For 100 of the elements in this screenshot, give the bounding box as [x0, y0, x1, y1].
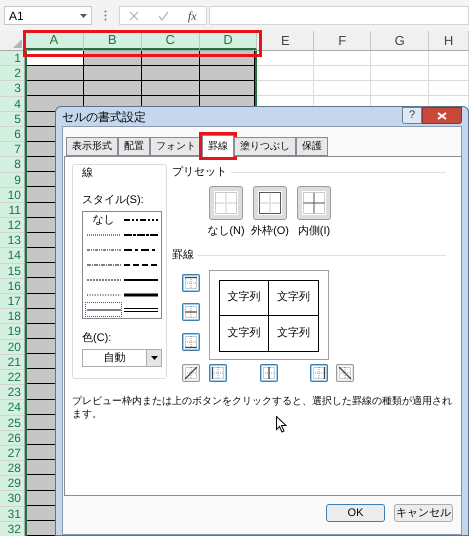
row-header[interactable]: 20 — [0, 340, 24, 355]
cursor-icon — [276, 416, 287, 433]
row-header[interactable]: 2 — [0, 66, 24, 82]
row-header[interactable]: 26 — [0, 430, 24, 446]
tab[interactable]: 表示形式 — [66, 137, 118, 156]
row-header[interactable]: 24 — [0, 400, 24, 416]
row-header[interactable]: 4 — [0, 96, 24, 112]
preview-cell-text: 文字列 — [269, 280, 318, 316]
row-header[interactable]: 13 — [0, 233, 24, 248]
color-label: 色(C): — [82, 331, 112, 346]
row-header[interactable]: 12 — [0, 218, 24, 234]
row-header[interactable]: 25 — [0, 416, 24, 431]
border-toggle-button[interactable] — [209, 364, 227, 382]
row-header[interactable]: 6 — [0, 126, 24, 142]
line-sample-icon — [124, 292, 158, 298]
line-style-option[interactable] — [85, 302, 122, 317]
grid-cell — [142, 81, 200, 96]
row-header[interactable]: 9 — [0, 172, 24, 188]
dropdown-arrow-icon — [150, 356, 158, 360]
row-header[interactable]: 32 — [0, 522, 24, 536]
row-header[interactable]: 14 — [0, 248, 24, 264]
grid-cell — [200, 66, 256, 82]
section-label: プリセット — [172, 164, 227, 180]
row-header[interactable]: 8 — [0, 157, 24, 172]
preview-cell-text: 文字列 — [276, 326, 311, 341]
tab[interactable]: 塗りつぶし — [234, 137, 296, 156]
help-button[interactable]: ? — [402, 107, 422, 124]
row-header[interactable]: 11 — [0, 202, 24, 218]
row-header[interactable]: 15 — [0, 264, 24, 279]
row-header[interactable]: 17 — [0, 294, 24, 310]
row-header[interactable]: 28 — [0, 461, 24, 476]
close-button[interactable] — [422, 107, 462, 124]
section-label: 罫線 — [172, 248, 194, 263]
dialog-button[interactable]: キャンセル — [394, 504, 453, 522]
tab[interactable]: フォント — [150, 137, 202, 156]
row-header[interactable]: 29 — [0, 476, 24, 492]
group-label: 線 — [82, 166, 94, 181]
border-toggle-button[interactable] — [182, 332, 200, 350]
check-icon[interactable] — [158, 10, 170, 20]
color-dropdown[interactable]: 自動 — [82, 348, 162, 366]
grid-cell — [257, 81, 314, 96]
grid-cell — [26, 81, 84, 96]
row-header[interactable]: 16 — [0, 278, 24, 294]
row-header[interactable]: 3 — [0, 81, 24, 97]
preset-label: なし(N) — [207, 224, 245, 238]
insert-function-button[interactable]: fx — [188, 6, 197, 24]
line-sample-icon — [124, 217, 158, 224]
row-header[interactable]: 5 — [0, 112, 24, 127]
line-style-list[interactable]: なし — [82, 211, 162, 319]
tab[interactable]: 配置 — [118, 137, 150, 156]
grid-cell — [26, 66, 84, 82]
dialog-title: セルの書式設定 — [62, 108, 146, 126]
preview-cell-text: 文字列 — [220, 316, 269, 350]
line-sample-icon — [124, 276, 158, 283]
line-sample-icon — [124, 262, 158, 268]
tab[interactable]: 罫線 — [202, 135, 234, 157]
border-preview[interactable]: 文字列 文字列 文字列 文字列 — [209, 270, 329, 360]
border-toggle-button[interactable] — [182, 364, 200, 382]
more-icon — [104, 10, 107, 21]
row-header[interactable]: 21 — [0, 354, 24, 370]
tab[interactable]: 保護 — [296, 137, 328, 156]
close-icon — [437, 112, 447, 120]
row-header[interactable]: 18 — [0, 309, 24, 324]
preset-button[interactable] — [297, 186, 331, 220]
line-sample-icon — [86, 306, 120, 313]
row-header[interactable]: 10 — [0, 188, 24, 203]
line-style-option[interactable]: なし — [85, 213, 122, 228]
border-toggle-button[interactable] — [336, 364, 354, 382]
row-header[interactable]: 30 — [0, 491, 24, 507]
preview-cell-text: 文字列 — [220, 280, 269, 316]
grid-cell — [142, 66, 200, 82]
line-sample-icon — [86, 276, 120, 283]
grid-cell — [257, 66, 314, 82]
grid-cell — [314, 81, 372, 96]
formula-input[interactable] — [209, 6, 469, 25]
border-toggle-button[interactable] — [182, 303, 200, 321]
row-header[interactable]: 19 — [0, 324, 24, 340]
name-box[interactable]: A1 — [4, 6, 92, 25]
preset-label: 内側(I) — [298, 224, 330, 238]
dropdown-arrow-icon — [80, 14, 87, 18]
line-sample-icon — [86, 262, 120, 268]
line-sample-icon — [86, 247, 120, 254]
line-sample-icon — [86, 292, 120, 298]
grid-cell — [429, 81, 469, 96]
row-header[interactable]: 1 — [0, 51, 24, 66]
row-header[interactable]: 23 — [0, 385, 24, 400]
preset-button[interactable] — [253, 186, 287, 220]
row-header[interactable]: 22 — [0, 370, 24, 386]
triangle-icon — [12, 39, 22, 48]
grid-cell — [314, 51, 372, 66]
grid-cell — [84, 66, 142, 82]
hint-text: プレビュー枠内または上のボタンをクリックすると、選択した罫線の種類が適用されます。 — [72, 394, 452, 420]
border-toggle-button[interactable] — [310, 364, 328, 382]
border-toggle-button[interactable] — [260, 364, 278, 382]
grid-cell — [371, 51, 430, 66]
row-header[interactable]: 31 — [0, 506, 24, 522]
row-header[interactable]: 27 — [0, 446, 24, 462]
dialog-button[interactable]: OK — [326, 504, 385, 522]
border-toggle-button[interactable] — [182, 274, 200, 292]
row-header[interactable]: 7 — [0, 142, 24, 158]
